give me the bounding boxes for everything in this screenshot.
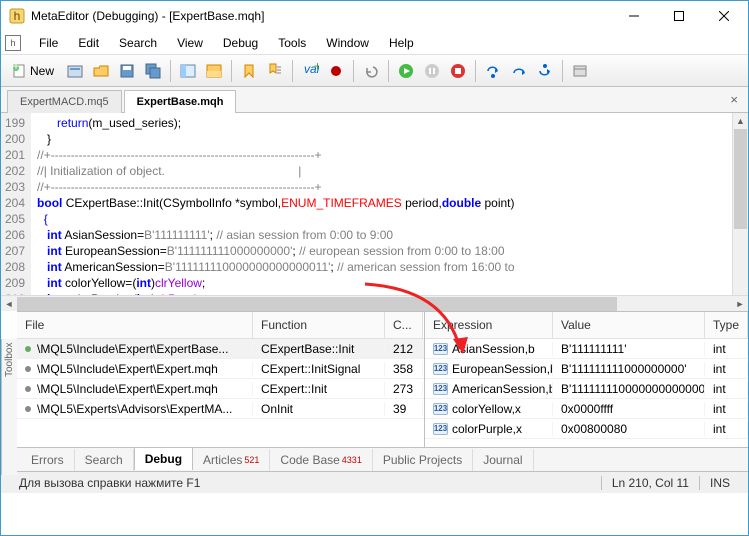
open-button[interactable] [89,59,113,83]
scroll-up-icon[interactable]: ▲ [733,113,748,129]
bottom-tab-public-projects[interactable]: Public Projects [373,449,473,471]
status-bar: Для вызова справки нажмите F1 Ln 210, Co… [1,471,748,493]
col-function[interactable]: Function [253,312,385,338]
step-into-button[interactable] [481,59,505,83]
menu-help[interactable]: Help [379,32,424,54]
debug-pause-button[interactable] [420,59,444,83]
menu-search[interactable]: Search [109,32,167,54]
bottom-tab-debug[interactable]: Debug [134,447,193,470]
minimize-button[interactable] [611,2,656,31]
breakpoint-button[interactable] [324,59,348,83]
watch-row[interactable]: 123colorYellow,x0x0000ffffint [425,399,748,419]
window-title: MetaEditor (Debugging) - [ExpertBase.mqh… [31,9,611,23]
var-icon: 123 [433,423,448,435]
status-position: Ln 210, Col 11 [602,476,699,490]
menu-debug[interactable]: Debug [213,32,268,54]
close-button[interactable] [701,2,746,31]
menu-window[interactable]: Window [316,32,379,54]
toolbox-button[interactable] [202,59,226,83]
watch-body: 123AsianSession,bB'111111111'int123Europ… [425,339,748,447]
toolbar: + New var+ [1,55,748,87]
menu-file[interactable]: File [29,32,68,54]
new-label: New [30,64,54,78]
menu-bar: h File Edit Search View Debug Tools Wind… [1,31,748,55]
watch-row[interactable]: 123AsianSession,bB'111111111'int [425,339,748,359]
stack-row[interactable]: \MQL5\Include\Expert\Expert.mqhCExpert::… [17,359,424,379]
step-out-button[interactable] [533,59,557,83]
stack-header: File Function C... [17,312,424,339]
title-bar: h MetaEditor (Debugging) - [ExpertBase.m… [1,1,748,31]
doc-icon: h [5,35,21,51]
menu-edit[interactable]: Edit [68,32,109,54]
col-value[interactable]: Value [553,312,705,338]
watch-row[interactable]: 123colorPurple,x0x00800080int [425,419,748,439]
toolbox-side-label[interactable]: Toolbox [1,339,17,475]
new-button[interactable]: + New [5,59,61,83]
svg-text:+: + [12,64,19,73]
stack-row[interactable]: \MQL5\Include\Expert\Expert.mqhCExpert::… [17,379,424,399]
tab-close-icon[interactable]: × [720,92,748,107]
project-button[interactable] [63,59,87,83]
var-watch-button[interactable]: var+ [298,59,322,83]
terminal-button[interactable] [568,59,592,83]
call-stack-pane: File Function C... \MQL5\Include\Expert\… [17,312,425,447]
file-tab-active[interactable]: ExpertBase.mqh [124,90,237,113]
stack-body: \MQL5\Include\Expert\ExpertBase...CExper… [17,339,424,447]
svg-text:h: h [14,9,21,23]
bottom-tab-code-base[interactable]: Code Base4331 [270,449,372,471]
var-icon: 123 [433,383,448,395]
step-over-button[interactable] [507,59,531,83]
file-tab[interactable]: ExpertMACD.mq5 [7,90,122,113]
file-tabs: ExpertMACD.mq5 ExpertBase.mqh × [1,87,748,113]
scroll-left-icon[interactable]: ◄ [1,296,17,312]
code-editor[interactable]: 199200201202203204205206207208209210211 … [1,113,748,311]
app-icon: h [9,8,25,24]
scroll-thumb-h[interactable] [17,297,617,311]
debug-panel: File Function C... \MQL5\Include\Expert\… [17,311,748,447]
svg-text:+: + [314,63,319,73]
var-icon: 123 [433,403,448,415]
col-expression[interactable]: Expression [425,312,553,338]
bottom-tab-search[interactable]: Search [75,449,134,471]
var-icon: 123 [433,343,448,355]
stack-row[interactable]: \MQL5\Include\Expert\ExpertBase...CExper… [17,339,424,359]
bottom-tab-journal[interactable]: Journal [473,449,533,471]
scroll-right-icon[interactable]: ► [732,296,748,312]
col-line[interactable]: C... [385,312,423,338]
stack-row[interactable]: \MQL5\Experts\Advisors\ExpertMA...OnInit… [17,399,424,419]
watch-pane: Expression Value Type 123AsianSession,bB… [425,312,748,447]
code-content[interactable]: return(m_used_series); }//+-------------… [31,113,748,311]
bookmark-list-button[interactable] [263,59,287,83]
status-hint: Для вызова справки нажмите F1 [9,476,210,490]
watch-row[interactable]: 123AmericanSession,bB'111111110000000000… [425,379,748,399]
save-button[interactable] [115,59,139,83]
scroll-thumb-v[interactable] [734,129,747,229]
vertical-scrollbar[interactable]: ▲ [732,113,748,295]
navigator-button[interactable] [176,59,200,83]
bottom-tabs: ErrorsSearchDebugArticles521Code Base433… [1,447,748,471]
debug-start-button[interactable] [394,59,418,83]
status-mode: INS [700,476,740,490]
bookmark-button[interactable] [237,59,261,83]
maximize-button[interactable] [656,2,701,31]
col-file[interactable]: File [17,312,253,338]
menu-view[interactable]: View [167,32,213,54]
undo-button[interactable] [359,59,383,83]
var-icon: 123 [433,363,448,375]
line-gutter: 199200201202203204205206207208209210211 [1,113,31,311]
watch-header: Expression Value Type [425,312,748,339]
save-all-button[interactable] [141,59,165,83]
bottom-tab-articles[interactable]: Articles521 [193,449,270,471]
menu-tools[interactable]: Tools [268,32,316,54]
debug-stop-button[interactable] [446,59,470,83]
watch-row-empty[interactable] [425,439,748,447]
col-type[interactable]: Type [705,312,748,338]
horizontal-scrollbar[interactable]: ◄ ► [1,295,748,311]
watch-row[interactable]: 123EuropeanSession,bB'111111111000000000… [425,359,748,379]
bottom-tab-errors[interactable]: Errors [21,449,75,471]
